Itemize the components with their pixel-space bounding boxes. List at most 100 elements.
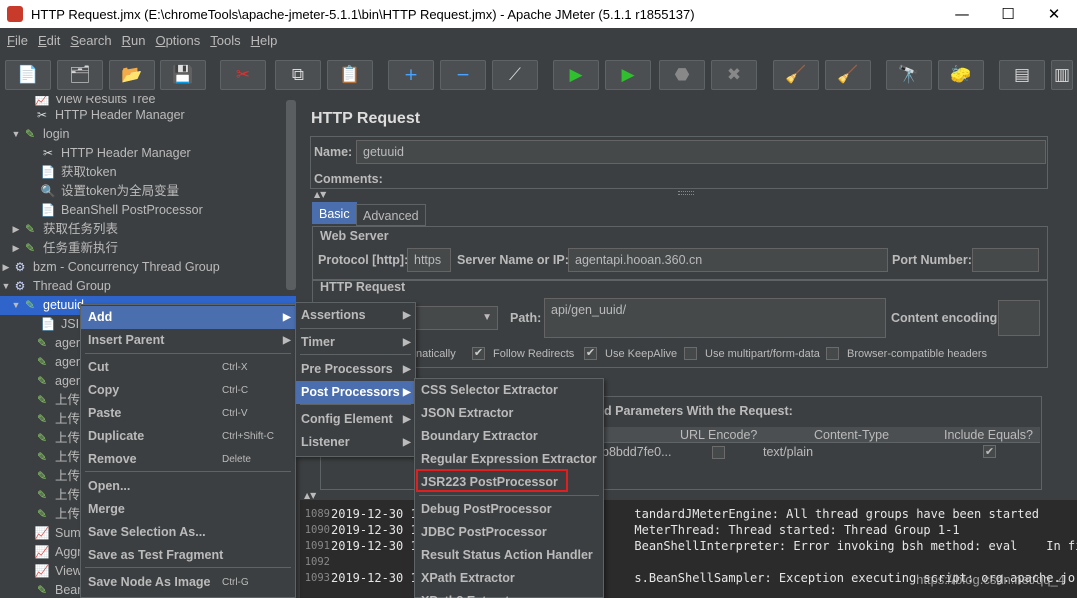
path-field[interactable]: api/gen_uuid/ <box>544 298 886 338</box>
save-button[interactable]: 💾 <box>160 60 206 90</box>
stop-button[interactable]: ⬣ <box>659 60 705 90</box>
splitter-grip[interactable] <box>678 191 694 195</box>
browser-headers-checkbox[interactable]: Browser-compatible headers <box>826 347 987 360</box>
tree-node[interactable]: ✎ 上传 <box>34 391 80 410</box>
toggle-button[interactable]: ⟋ <box>492 60 538 90</box>
tree-node[interactable]: ▼ ✎ login <box>10 125 70 144</box>
open-button[interactable]: 📂 <box>109 60 155 90</box>
post-processor-item[interactable]: Boundary Extractor <box>415 425 603 448</box>
tree-node[interactable]: ✎ 上传 <box>34 486 80 505</box>
tree-node[interactable]: 📄 JSI <box>40 315 80 334</box>
menu-search[interactable]: Search <box>65 33 116 48</box>
collapsed-arrow-icon[interactable]: ▶ <box>0 258 12 277</box>
tree-node[interactable]: ▼ ⚙ Thread Group <box>0 277 111 296</box>
param-value-cell[interactable]: b8bdd7fe0... <box>602 445 672 459</box>
menu-options[interactable]: Options <box>150 33 205 48</box>
col-include-equals[interactable]: Include Equals? <box>944 428 1033 442</box>
tab-advanced[interactable]: Advanced <box>356 204 426 226</box>
tree-node[interactable]: 📄 获取token <box>40 163 117 182</box>
context-menu-item[interactable]: Paste Ctrl-V <box>81 402 295 425</box>
expand-button[interactable]: + <box>388 60 434 90</box>
tree-node[interactable]: 📈 Aggr <box>34 543 82 562</box>
add-submenu-item[interactable]: Timer ▶ <box>296 331 415 354</box>
minimize-button[interactable]: — <box>939 0 985 28</box>
col-content-type[interactable]: Content-Type <box>814 428 889 442</box>
menu-file[interactable]: File <box>2 33 33 48</box>
tree-node[interactable]: 📈 View <box>34 562 82 581</box>
tree-node[interactable]: ✎ 上传 <box>34 505 80 524</box>
post-processor-item[interactable]: JSON Extractor <box>415 402 603 425</box>
expanded-arrow-icon[interactable]: ▼ <box>10 296 22 315</box>
port-field[interactable] <box>972 248 1039 272</box>
close-button[interactable]: ✕ <box>1031 0 1077 28</box>
search-button[interactable]: 🔭 <box>886 60 932 90</box>
context-menu-item[interactable]: Save Selection As... <box>81 521 295 544</box>
tree-node[interactable]: 📄 BeanShell PostProcessor <box>40 201 203 220</box>
post-processor-item[interactable]: XPath Extractor <box>415 567 603 590</box>
context-menu-item[interactable]: Open... <box>81 475 295 498</box>
menu-tools[interactable]: Tools <box>205 33 245 48</box>
start-button[interactable]: ▶ <box>553 60 599 90</box>
function-helper-button[interactable]: ▤ <box>999 60 1045 90</box>
context-menu-item[interactable]: Copy Ctrl-C <box>81 379 295 402</box>
name-field[interactable]: getuuid <box>356 140 1046 164</box>
post-processor-item[interactable]: Debug PostProcessor <box>415 498 603 521</box>
tree-node[interactable]: ✎ agen <box>34 372 83 391</box>
tree-node[interactable]: ✎ 上传 <box>34 410 80 429</box>
new-button[interactable]: 📄 <box>5 60 51 90</box>
method-select[interactable]: ▼ <box>414 306 498 330</box>
url-encode-checkbox[interactable] <box>712 446 725 459</box>
reset-search-button[interactable]: 🧽 <box>938 60 984 90</box>
copy-button[interactable]: ⧉ <box>275 60 321 90</box>
context-menu-item[interactable]: Insert Parent ▶ <box>81 329 295 352</box>
post-processor-item[interactable]: XPath2 Extractor <box>415 590 603 598</box>
tree-node[interactable]: ▶ ✎ 获取任务列表 <box>10 220 118 239</box>
paste-button[interactable]: 📋 <box>327 60 373 90</box>
tree-node[interactable]: ✎ Bean <box>34 581 84 598</box>
server-field[interactable]: agentapi.hooan.360.cn <box>568 248 888 272</box>
clear-button[interactable]: 🧹 <box>773 60 819 90</box>
col-url-encode[interactable]: URL Encode? <box>680 428 757 442</box>
encoding-field[interactable] <box>998 300 1040 336</box>
collapsed-arrow-icon[interactable]: ▶ <box>10 239 22 258</box>
add-submenu-item[interactable]: Config Element ▶ <box>296 408 415 431</box>
tree-node[interactable]: 🔍 设置token为全局变量 <box>40 182 180 201</box>
cut-button[interactable]: ✂ <box>220 60 266 90</box>
add-submenu-item[interactable]: Pre Processors ▶ <box>296 358 415 381</box>
tree-node[interactable]: ✎ 上传 <box>34 429 80 448</box>
include-equals-checkbox[interactable]: ✔ <box>983 445 996 458</box>
context-menu-item[interactable]: Duplicate Ctrl+Shift-C <box>81 425 295 448</box>
tree-scrollbar[interactable] <box>286 100 296 290</box>
log-splitter-icon[interactable]: ▲▼ <box>304 491 316 500</box>
context-menu-item[interactable]: Add ▶ <box>81 306 295 329</box>
shutdown-button[interactable]: ✖ <box>711 60 757 90</box>
tree-node[interactable]: ▶ ✎ 任务重新执行 <box>10 239 118 258</box>
tree-node[interactable]: ▶ ⚙ bzm - Concurrency Thread Group <box>0 258 220 277</box>
start-no-pauses-button[interactable]: ▶ <box>605 60 651 90</box>
tree-node[interactable]: ✎ 上传 <box>34 448 80 467</box>
post-processor-item[interactable]: Result Status Action Handler <box>415 544 603 567</box>
content-type-cell[interactable]: text/plain <box>763 445 813 459</box>
templates-button[interactable]: 🗂 <box>57 60 103 90</box>
menu-edit[interactable]: Edit <box>33 33 65 48</box>
tree-node[interactable]: 📈 Sum <box>34 524 81 543</box>
post-processor-item[interactable]: CSS Selector Extractor <box>415 379 603 402</box>
follow-redirects-checkbox[interactable]: ✔ Follow Redirects <box>472 347 574 360</box>
splitter-arrows-icon[interactable]: ▲▼ <box>314 190 326 199</box>
tree-node[interactable]: ✎ agen <box>34 334 83 353</box>
protocol-field[interactable]: https <box>407 248 451 272</box>
multipart-checkbox[interactable]: Use multipart/form-data <box>684 347 820 360</box>
add-submenu-item[interactable]: Assertions ▶ <box>296 304 415 327</box>
collapsed-arrow-icon[interactable]: ▶ <box>10 220 22 239</box>
keepalive-checkbox[interactable]: ✔ Use KeepAlive <box>584 347 677 360</box>
tree-node[interactable]: ✎ agen <box>34 353 83 372</box>
tree-node[interactable]: ✂ HTTP Header Manager <box>34 106 185 125</box>
tab-basic[interactable]: Basic <box>312 202 357 224</box>
tree-node[interactable]: ✂ HTTP Header Manager <box>40 144 191 163</box>
context-menu-item[interactable]: Save as Test Fragment <box>81 544 295 567</box>
add-submenu-item[interactable]: Post Processors ▶ <box>296 381 415 404</box>
collapse-button[interactable]: − <box>440 60 486 90</box>
clear-all-button[interactable]: 🧹 <box>825 60 871 90</box>
tree-node[interactable]: ✎ 上传 <box>34 467 80 486</box>
context-menu-item[interactable]: Save Node As Image Ctrl-G <box>81 571 295 594</box>
